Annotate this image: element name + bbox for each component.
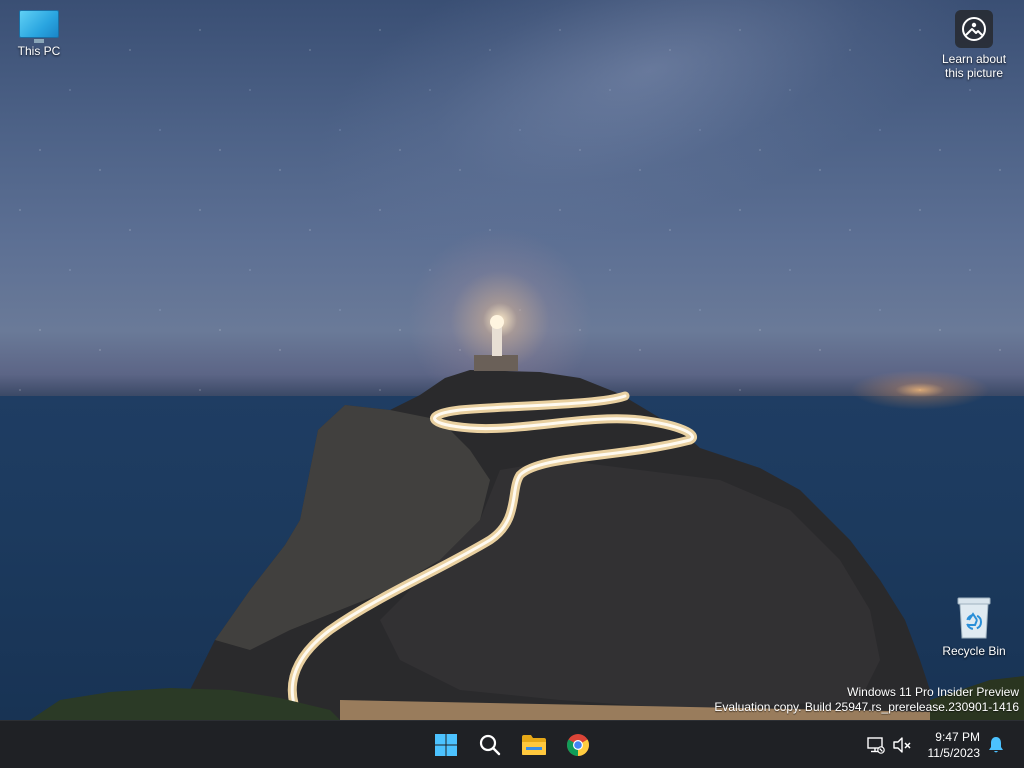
- desktop-icon-this-pc[interactable]: This PC: [1, 10, 77, 58]
- windows-logo-icon: [435, 734, 457, 756]
- volume-muted-icon[interactable]: [892, 735, 912, 755]
- evaluation-watermark: Windows 11 Pro Insider Preview Evaluatio…: [714, 685, 1019, 715]
- taskbar: 9:47 PM 11/5/2023: [0, 720, 1024, 768]
- search-button[interactable]: [472, 727, 508, 763]
- network-icon[interactable]: [866, 735, 886, 755]
- desktop-icon-learn-about-picture[interactable]: Learn about this picture: [936, 10, 1012, 80]
- desktop-icon-label: Recycle Bin: [942, 644, 1006, 658]
- desktop[interactable]: This PC Learn about this picture Recycle…: [0, 0, 1024, 720]
- recycle-bin-icon: [956, 596, 992, 640]
- start-button[interactable]: [428, 727, 464, 763]
- desktop-icon-recycle-bin[interactable]: Recycle Bin: [936, 596, 1012, 658]
- search-icon: [479, 734, 501, 756]
- clock-date: 11/5/2023: [927, 746, 981, 760]
- camera-icon: [955, 10, 993, 48]
- desktop-icon-label: This PC: [17, 44, 61, 58]
- desktop-icon-label-line2: this picture: [944, 66, 1004, 80]
- taskbar-clock[interactable]: 9:47 PM 11/5/2023: [918, 729, 981, 761]
- file-explorer-button[interactable]: [516, 727, 552, 763]
- watermark-line1: Windows 11 Pro Insider Preview: [847, 685, 1019, 699]
- wallpaper-cliff: [30, 315, 1024, 720]
- notification-bell-icon[interactable]: [986, 735, 1006, 755]
- desktop-icon-label-line1: Learn about: [941, 52, 1007, 66]
- chrome-button[interactable]: [560, 727, 596, 763]
- monitor-icon: [19, 10, 59, 43]
- chrome-icon: [567, 734, 589, 756]
- folder-icon: [522, 735, 546, 755]
- clock-time: 9:47 PM: [935, 730, 980, 744]
- watermark-line2: Evaluation copy. Build 25947.rs_prerelea…: [714, 700, 1019, 714]
